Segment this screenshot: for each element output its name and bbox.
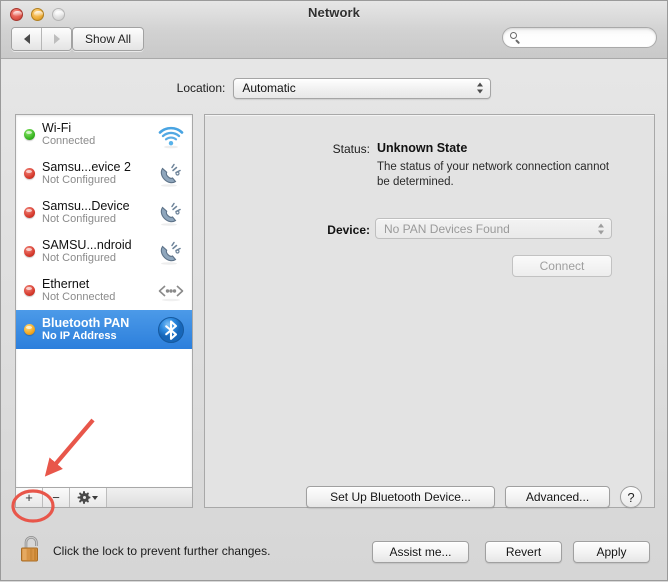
help-button[interactable]: ? xyxy=(620,486,642,508)
forward-button[interactable] xyxy=(41,28,71,50)
network-service-row[interactable]: Ethernet Not Connected xyxy=(16,271,192,310)
modem-phone-icon xyxy=(156,159,186,189)
network-service-row[interactable]: Samsu...evice 2 Not Configured xyxy=(16,154,192,193)
service-status: Connected xyxy=(42,135,96,148)
chevron-updown-icon xyxy=(598,223,604,234)
service-name: Samsu...evice 2 xyxy=(42,159,131,174)
service-text: SAMSU...ndroid Not Configured xyxy=(42,238,152,266)
location-selected-value: Automatic xyxy=(242,81,296,95)
search-input[interactable] xyxy=(510,28,668,47)
lock-instruction-text: Click the lock to prevent further change… xyxy=(53,544,271,558)
service-name: SAMSU...ndroid xyxy=(42,237,132,252)
service-status: Not Configured xyxy=(42,213,116,226)
location-row: Location: Automatic xyxy=(1,75,667,101)
unlocked-padlock-icon[interactable] xyxy=(19,535,45,567)
service-status: Not Configured xyxy=(42,252,116,265)
service-text: Samsu...evice 2 Not Configured xyxy=(42,160,152,188)
service-status: Not Connected xyxy=(42,291,116,304)
device-selected-value: No PAN Devices Found xyxy=(384,221,510,236)
services-action-menu-button[interactable] xyxy=(70,488,107,507)
service-text: Wi-Fi Connected xyxy=(42,121,152,149)
device-popup-button[interactable]: No PAN Devices Found xyxy=(375,218,612,239)
status-indicator-red xyxy=(24,207,35,218)
service-name: Ethernet xyxy=(42,276,90,291)
bluetooth-icon xyxy=(156,315,186,345)
triangle-right-icon xyxy=(53,34,60,44)
network-service-row[interactable]: Samsu...Device Not Configured xyxy=(16,193,192,232)
service-status: No IP Address xyxy=(42,330,117,343)
network-preferences-window: Network Show All Location: Automatic Wi-… xyxy=(0,0,668,581)
status-indicator-red xyxy=(24,168,35,179)
status-label: Status: xyxy=(332,142,370,156)
network-service-row[interactable]: SAMSU...ndroid Not Configured xyxy=(16,232,192,271)
service-text: Ethernet Not Connected xyxy=(42,277,152,305)
ethernet-icon xyxy=(156,276,186,306)
remove-service-button[interactable]: − xyxy=(43,488,70,507)
status-indicator-amber xyxy=(24,324,35,335)
network-service-row[interactable]: Wi-Fi Connected xyxy=(16,115,192,154)
gear-icon xyxy=(77,491,91,504)
status-indicator-green xyxy=(24,129,35,140)
network-service-row[interactable]: Bluetooth PAN No IP Address xyxy=(16,310,192,349)
modem-phone-icon xyxy=(156,237,186,267)
service-name: Bluetooth PAN xyxy=(42,315,130,330)
service-name: Wi-Fi xyxy=(42,120,72,135)
service-detail-panel: Status: Unknown State The status of your… xyxy=(204,114,655,508)
device-label: Device: xyxy=(327,223,370,237)
modem-phone-icon xyxy=(156,198,186,228)
services-list-toolbar: + − xyxy=(15,488,193,508)
wifi-icon xyxy=(156,120,186,150)
chevron-down-icon xyxy=(92,495,98,500)
revert-button[interactable]: Revert xyxy=(485,541,562,563)
status-value: Unknown State xyxy=(377,141,468,155)
apply-button[interactable]: Apply xyxy=(573,541,650,563)
chevron-updown-icon xyxy=(477,82,484,94)
service-status: Not Configured xyxy=(42,174,116,187)
toolbar-filler xyxy=(107,488,192,507)
status-indicator-red xyxy=(24,285,35,296)
back-button[interactable] xyxy=(12,28,41,50)
location-label: Location: xyxy=(176,81,226,95)
search-field[interactable] xyxy=(502,27,668,48)
show-all-button[interactable]: Show All xyxy=(72,27,145,51)
service-name: Samsu...Device xyxy=(42,198,130,213)
navigation-segmented-control xyxy=(11,27,72,51)
advanced-button[interactable]: Advanced... xyxy=(505,486,610,508)
assist-me-button[interactable]: Assist me... xyxy=(372,541,469,563)
add-service-button[interactable]: + xyxy=(16,488,43,507)
window-title: Network xyxy=(308,5,360,20)
title-bar: Network Show All xyxy=(1,1,668,59)
set-up-bluetooth-device-button[interactable]: Set Up Bluetooth Device... xyxy=(306,486,495,508)
location-popup-button[interactable]: Automatic xyxy=(233,77,492,99)
service-text: Bluetooth PAN No IP Address xyxy=(42,316,152,344)
status-indicator-red xyxy=(24,246,35,257)
service-text: Samsu...Device Not Configured xyxy=(42,199,152,227)
network-services-list[interactable]: Wi-Fi Connected Samsu...evice 2 Not Configu… xyxy=(15,114,193,488)
connect-button[interactable]: Connect xyxy=(512,255,612,277)
status-description: The status of your network connection ca… xyxy=(377,161,610,189)
triangle-left-icon xyxy=(23,34,30,44)
